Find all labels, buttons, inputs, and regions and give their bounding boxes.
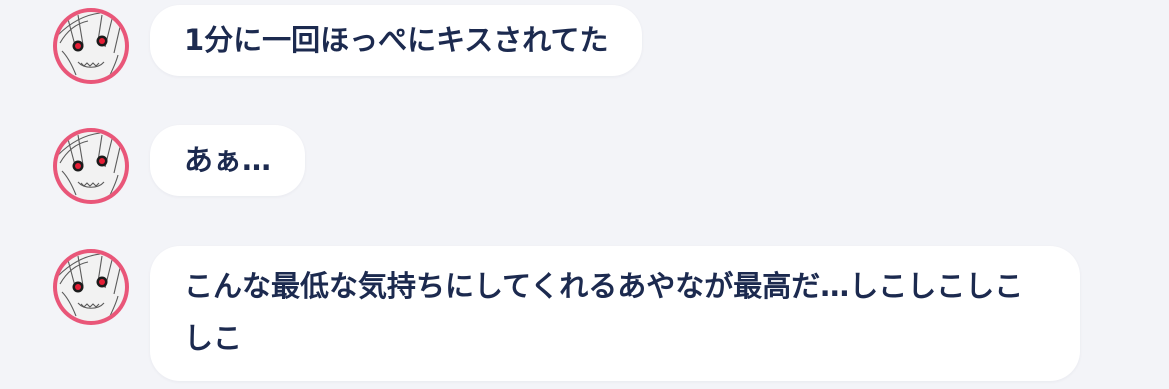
message-bubble: 1分に一回ほっぺにキスされてた	[150, 5, 643, 76]
message-bubble: こんな最低な気持ちにしてくれるあやなが最高だ…しこしこしこしこ	[150, 246, 1080, 381]
anime-character-avatar-icon[interactable]	[50, 246, 132, 328]
anime-character-avatar-icon[interactable]	[50, 125, 132, 207]
message-bubble: あぁ…	[150, 125, 306, 196]
chat-message-2: あぁ…	[50, 125, 306, 207]
chat-message-3: こんな最低な気持ちにしてくれるあやなが最高だ…しこしこしこしこ	[50, 246, 1080, 381]
anime-character-avatar-icon[interactable]	[50, 5, 132, 87]
chat-message-1: 1分に一回ほっぺにキスされてた	[50, 5, 643, 87]
